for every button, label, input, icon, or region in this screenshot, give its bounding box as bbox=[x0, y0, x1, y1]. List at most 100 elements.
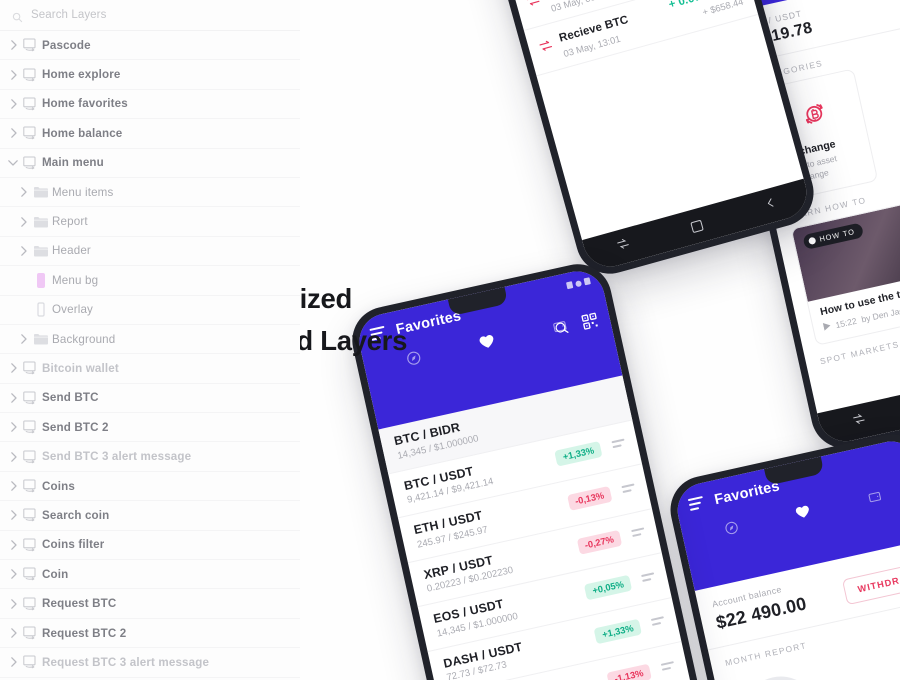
menu-icon[interactable] bbox=[687, 495, 706, 514]
phone-mockup-transactions: Send BTC 11 July, 17:05 - 0.043010 BTC -… bbox=[452, 0, 822, 282]
drag-handle-icon[interactable] bbox=[631, 527, 646, 540]
tab-favorites[interactable] bbox=[449, 326, 525, 358]
chevron-right-icon[interactable] bbox=[16, 187, 30, 197]
home-icon[interactable] bbox=[690, 219, 705, 233]
layer-name: Background bbox=[52, 332, 116, 346]
chevron-right-icon[interactable] bbox=[6, 69, 20, 80]
layer-name: Request BTC 3 alert message bbox=[42, 655, 210, 669]
layer-name: Coins filter bbox=[42, 538, 105, 552]
layer-name: Send BTC 2 bbox=[42, 420, 109, 434]
chevron-right-icon[interactable] bbox=[6, 540, 20, 550]
artboard-icon bbox=[20, 68, 42, 82]
layer-row-overlay[interactable]: Overlay bbox=[0, 296, 300, 325]
artboard-icon bbox=[20, 597, 42, 611]
battery-icon bbox=[583, 277, 591, 286]
folder-icon bbox=[30, 333, 52, 345]
how-to-badge-label: HOW TO bbox=[818, 227, 856, 244]
search-layers-field[interactable]: Search Layers bbox=[0, 0, 300, 31]
chevron-right-icon[interactable] bbox=[6, 99, 20, 109]
layer-row-home-favorites[interactable]: Home favorites bbox=[0, 90, 300, 120]
artboard-icon bbox=[20, 655, 42, 669]
layer-row-header[interactable]: Header bbox=[0, 237, 300, 267]
transaction-list: Send BTC 11 July, 17:05 - 0.043010 BTC -… bbox=[461, 0, 759, 77]
layer-row-bitcoin-wallet[interactable]: Bitcoin wallet bbox=[0, 354, 300, 384]
drag-handle-icon[interactable] bbox=[641, 572, 656, 584]
layer-row-menu-items[interactable]: Menu items bbox=[0, 178, 300, 208]
layer-row-report[interactable]: Report bbox=[0, 207, 300, 237]
chevron-right-icon[interactable] bbox=[6, 598, 20, 609]
chevron-down-icon[interactable] bbox=[6, 159, 20, 166]
artboard-icon bbox=[20, 38, 42, 52]
layer-name: Bitcoin wallet bbox=[42, 361, 119, 375]
chevron-right-icon[interactable] bbox=[6, 451, 20, 462]
artboard-icon bbox=[20, 97, 42, 111]
chevron-right-icon[interactable] bbox=[16, 334, 30, 344]
layers-panel: Search Layers Pascode Home explore Home fa… bbox=[0, 0, 300, 680]
layer-row-main-menu[interactable]: Main menu bbox=[0, 149, 300, 178]
layer-row-home-explore[interactable]: Home explore bbox=[0, 60, 300, 90]
layer-name: Menu bg bbox=[52, 273, 99, 287]
layer-row-home-balance[interactable]: Home balance bbox=[0, 119, 300, 149]
layer-row-coins[interactable]: Coins bbox=[0, 472, 300, 502]
chevron-right-icon[interactable] bbox=[6, 393, 20, 403]
artboard-icon bbox=[20, 567, 42, 581]
chevron-right-icon[interactable] bbox=[6, 363, 20, 374]
layer-row-background[interactable]: Background bbox=[0, 325, 300, 355]
status-badge: -0,27% bbox=[576, 530, 623, 556]
wifi-icon bbox=[574, 279, 583, 287]
artboard-icon bbox=[20, 420, 42, 434]
chevron-right-icon[interactable] bbox=[6, 510, 20, 521]
search-icon[interactable] bbox=[552, 319, 571, 342]
layer-row-send-btc-3-alert-message[interactable]: Send BTC 3 alert message bbox=[0, 442, 300, 472]
layer-name: Coins bbox=[42, 479, 75, 493]
layer-name: Send BTC bbox=[42, 391, 99, 405]
canvas: BTC / USDT 9 419.78 CATEGORIES Exchange … bbox=[0, 0, 900, 680]
layer-name: Main menu bbox=[42, 156, 104, 170]
recents-icon[interactable] bbox=[851, 411, 868, 431]
tab-wallet[interactable] bbox=[838, 481, 900, 511]
search-input[interactable]: Search Layers bbox=[31, 9, 106, 21]
drag-handle-icon[interactable] bbox=[621, 483, 636, 495]
layer-row-request-btc[interactable]: Request BTC bbox=[0, 589, 300, 619]
status-badge: +0,05% bbox=[583, 574, 633, 601]
chevron-right-icon[interactable] bbox=[16, 246, 30, 256]
qr-code-icon[interactable] bbox=[580, 312, 600, 336]
layer-row-pascode[interactable]: Pascode bbox=[0, 31, 300, 61]
layer-row-coin[interactable]: Coin bbox=[0, 560, 300, 590]
layer-name: Header bbox=[52, 244, 91, 258]
layer-row-menu-bg[interactable]: Menu bg bbox=[0, 266, 300, 296]
how-to-badge: HOW TO bbox=[802, 222, 865, 251]
chevron-right-icon[interactable] bbox=[6, 657, 20, 668]
back-icon[interactable] bbox=[762, 195, 779, 216]
drag-handle-icon[interactable] bbox=[611, 438, 627, 451]
pairs-list: BTC / BIDR 14,345 / $1.000000 BTC / USDT… bbox=[378, 375, 701, 680]
phone-mockup-wallet: Favorites Account balance $22 490.00 WIT… bbox=[663, 427, 900, 680]
chevron-right-icon[interactable] bbox=[6, 481, 20, 491]
layer-name: Home favorites bbox=[42, 97, 128, 111]
withdraw-button[interactable]: WITHDRAW bbox=[842, 561, 900, 606]
tab-explore[interactable] bbox=[694, 513, 769, 544]
transactions-screen: Send BTC 11 July, 17:05 - 0.043010 BTC -… bbox=[461, 0, 813, 273]
folder-icon bbox=[30, 216, 52, 228]
color-swatch-icon bbox=[30, 272, 52, 288]
status-badge: -1,13% bbox=[605, 663, 652, 680]
recents-icon[interactable] bbox=[615, 236, 632, 257]
drag-handle-icon[interactable] bbox=[650, 616, 666, 629]
chevron-right-icon[interactable] bbox=[6, 569, 20, 580]
chevron-right-icon[interactable] bbox=[6, 628, 20, 638]
layer-row-search-coin[interactable]: Search coin bbox=[0, 501, 300, 531]
layer-row-send-btc[interactable]: Send BTC bbox=[0, 384, 300, 414]
chevron-right-icon[interactable] bbox=[6, 422, 20, 433]
drag-handle-icon[interactable] bbox=[660, 661, 676, 673]
layer-row-request-btc-2[interactable]: Request BTC 2 bbox=[0, 619, 300, 649]
chevron-right-icon[interactable] bbox=[6, 128, 20, 139]
tab-favorites[interactable] bbox=[766, 497, 841, 528]
folder-icon bbox=[30, 245, 52, 257]
status-badge: +1,33% bbox=[593, 618, 642, 645]
chevron-right-icon[interactable] bbox=[16, 216, 30, 227]
layer-row-send-btc-2[interactable]: Send BTC 2 bbox=[0, 413, 300, 443]
layer-row-coins-filter[interactable]: Coins filter bbox=[0, 531, 300, 561]
chevron-right-icon[interactable] bbox=[6, 40, 20, 50]
layer-name: Report bbox=[52, 215, 88, 229]
layer-row-request-btc-3-alert-message[interactable]: Request BTC 3 alert message bbox=[0, 648, 300, 678]
